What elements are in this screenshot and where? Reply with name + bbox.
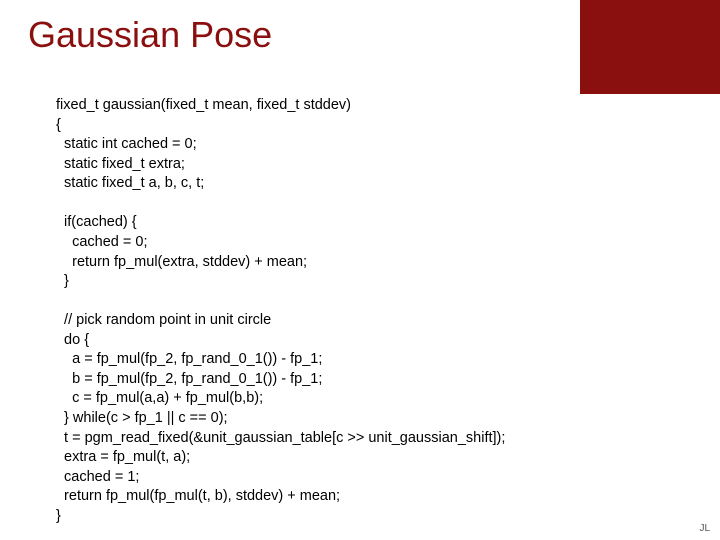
corner-accent [580, 0, 720, 94]
slide-title: Gaussian Pose [28, 14, 272, 56]
footer-initials: JL [699, 523, 710, 534]
slide: Gaussian Pose fixed_t gaussian(fixed_t m… [0, 0, 720, 540]
code-block: fixed_t gaussian(fixed_t mean, fixed_t s… [56, 96, 680, 526]
